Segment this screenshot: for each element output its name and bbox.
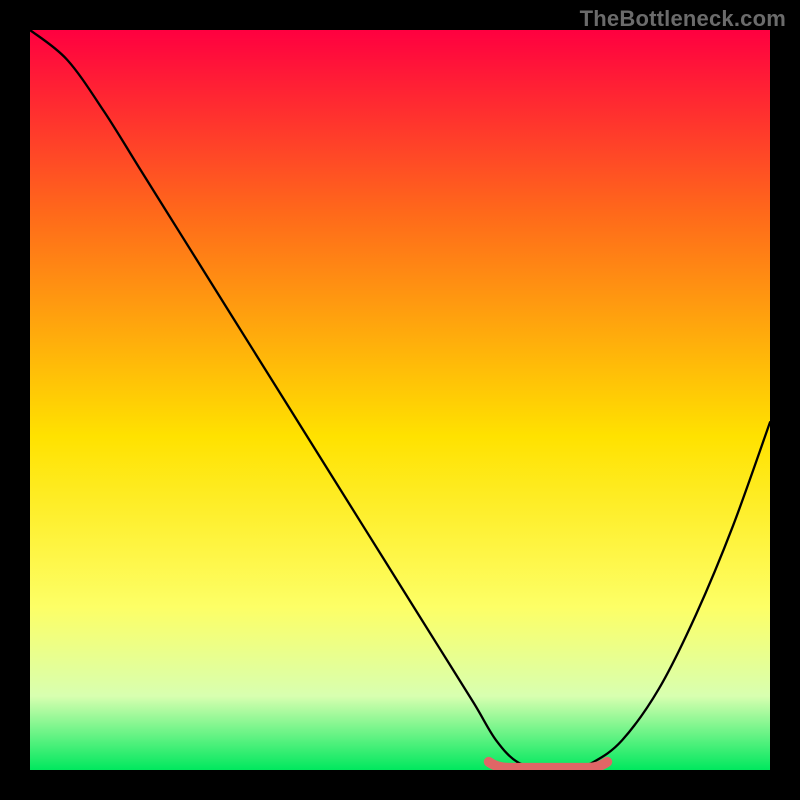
bottleneck-curve-plot <box>30 30 770 770</box>
watermark-text: TheBottleneck.com <box>580 6 786 32</box>
gradient-background <box>30 30 770 770</box>
chart-frame: TheBottleneck.com <box>0 0 800 800</box>
